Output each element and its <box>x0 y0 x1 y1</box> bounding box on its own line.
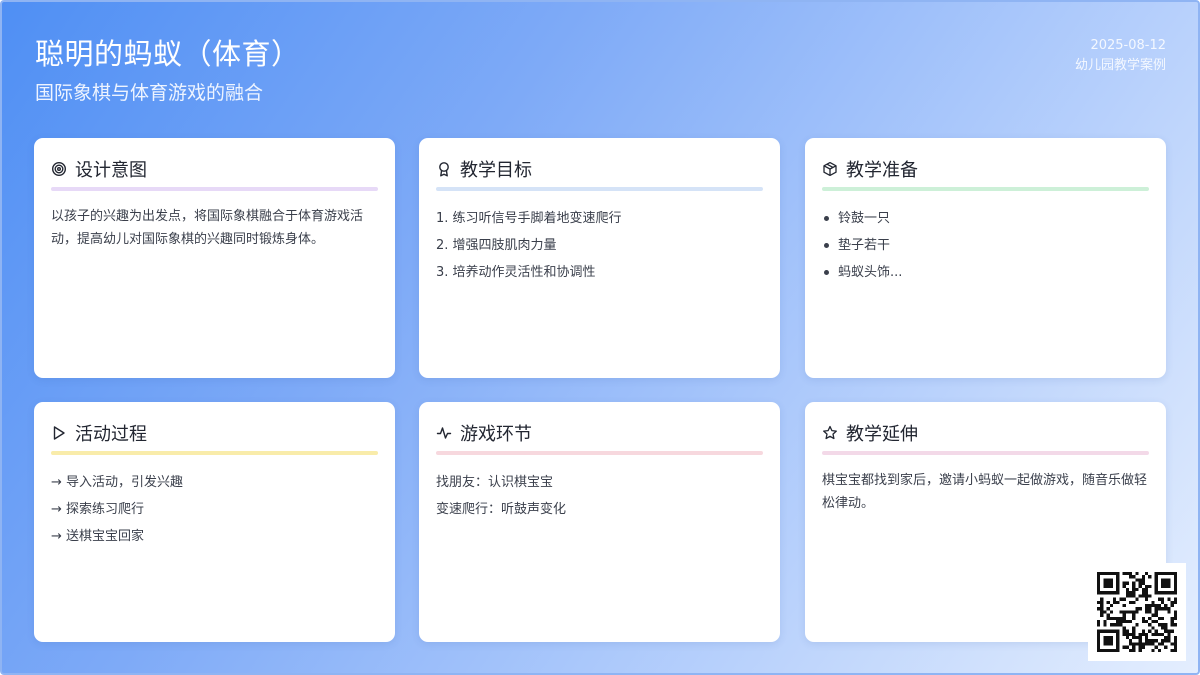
target-icon <box>51 161 67 177</box>
play-icon <box>51 425 67 441</box>
material-list: 铃鼓一只 垫子若干 蚂蚁头饰... <box>822 205 1149 286</box>
card-activity-process: 活动过程 → 导入活动，引发兴趣 → 探索练习爬行 → 送棋宝宝回家 <box>34 402 395 642</box>
card-divider <box>822 451 1149 455</box>
activity-icon <box>436 425 452 441</box>
card-games: 游戏环节 找朋友：认识棋宝宝 变速爬行：听鼓声变化 <box>419 402 780 642</box>
star-icon <box>822 425 838 441</box>
list-item: 2. 增强四肢肌肉力量 <box>436 238 557 253</box>
date-label: 2025-08-12 <box>1090 38 1166 53</box>
list-item: 蚂蚁头饰... <box>822 259 1149 286</box>
header: 聪明的蚂蚁（体育） 国际象棋与体育游戏的融合 <box>35 34 301 106</box>
card-title: 设计意图 <box>75 160 147 181</box>
box-icon <box>822 161 838 177</box>
list-item: → 导入活动，引发兴趣 <box>51 475 184 490</box>
process-list: → 导入活动，引发兴趣 → 探索练习爬行 → 送棋宝宝回家 <box>51 469 378 550</box>
list-item: → 探索练习爬行 <box>51 502 145 517</box>
list-item: 找朋友：认识棋宝宝 <box>436 475 554 490</box>
lesson-page: 聪明的蚂蚁（体育） 国际象棋与体育游戏的融合 2025-08-12 幼儿园教学案… <box>0 0 1200 675</box>
card-preparation: 教学准备 铃鼓一只 垫子若干 蚂蚁头饰... <box>805 138 1166 378</box>
category-label: 幼儿园教学案例 <box>1074 58 1166 73</box>
card-text: 以孩子的兴趣为出发点，将国际象棋融合于体育游戏活动，提高幼儿对国际象棋的兴趣同时… <box>51 209 364 247</box>
card-header: 教学延伸 <box>822 421 1149 445</box>
card-title: 教学目标 <box>460 160 532 181</box>
card-divider <box>436 187 763 191</box>
card-title: 活动过程 <box>75 424 147 445</box>
card-title: 游戏环节 <box>460 424 532 445</box>
page-subtitle: 国际象棋与体育游戏的融合 <box>35 82 264 104</box>
card-header: 活动过程 <box>51 421 378 445</box>
card-header: 教学目标 <box>436 157 763 181</box>
card-divider <box>51 451 378 455</box>
card-divider <box>51 187 378 191</box>
award-icon <box>436 161 452 177</box>
card-header: 游戏环节 <box>436 421 763 445</box>
card-header: 设计意图 <box>51 157 378 181</box>
list-item: 铃鼓一只 <box>822 205 1149 232</box>
list-item: → 送棋宝宝回家 <box>51 529 145 544</box>
goal-list: 1. 练习听信号手脚着地变速爬行 2. 增强四肢肌肉力量 3. 培养动作灵活性和… <box>436 205 763 286</box>
list-item: 1. 练习听信号手脚着地变速爬行 <box>436 211 622 226</box>
list-item: 垫子若干 <box>822 232 1149 259</box>
card-design-intent: 设计意图 以孩子的兴趣为出发点，将国际象棋融合于体育游戏活动，提高幼儿对国际象棋… <box>34 138 395 378</box>
card-teaching-goals: 教学目标 1. 练习听信号手脚着地变速爬行 2. 增强四肢肌肉力量 3. 培养动… <box>419 138 780 378</box>
card-title: 教学延伸 <box>846 424 918 445</box>
qr-code-icon <box>1097 572 1177 652</box>
game-list: 找朋友：认识棋宝宝 变速爬行：听鼓声变化 <box>436 469 763 523</box>
list-item: 3. 培养动作灵活性和协调性 <box>436 265 596 280</box>
card-title: 教学准备 <box>846 160 918 181</box>
list-item: 变速爬行：听鼓声变化 <box>436 502 567 517</box>
page-title: 聪明的蚂蚁（体育） <box>35 37 301 71</box>
card-divider <box>436 451 763 455</box>
qr-code[interactable] <box>1088 563 1186 661</box>
card-header: 教学准备 <box>822 157 1149 181</box>
card-divider <box>822 187 1149 191</box>
card-text: 棋宝宝都找到家后，邀请小蚂蚁一起做游戏，随音乐做轻松律动。 <box>822 473 1148 511</box>
header-meta: 2025-08-12 幼儿园教学案例 <box>1075 36 1166 76</box>
